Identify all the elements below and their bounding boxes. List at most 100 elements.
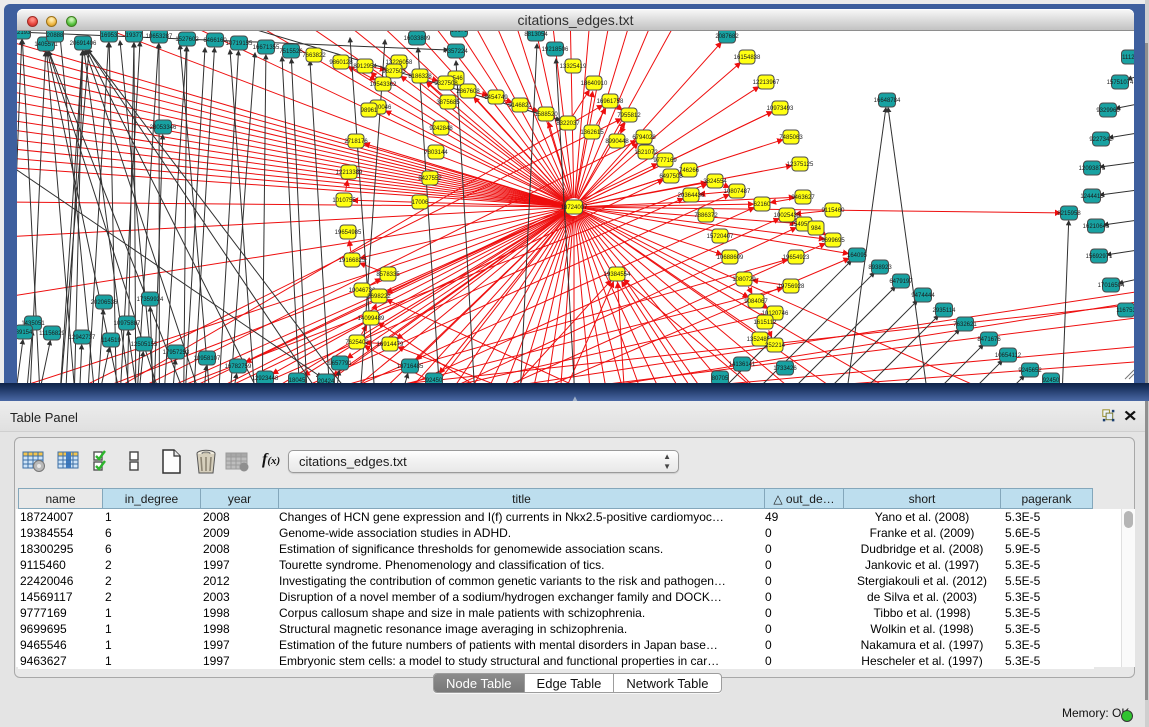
svg-text:16154838: 16154838 xyxy=(734,55,761,61)
svg-text:9242848: 9242848 xyxy=(429,126,453,132)
svg-text:20206536: 20206536 xyxy=(91,300,118,306)
svg-text:13325419: 13325419 xyxy=(560,64,587,70)
svg-text:98961: 98961 xyxy=(361,108,378,114)
svg-text:9084067: 9084067 xyxy=(744,299,768,305)
svg-text:164095: 164095 xyxy=(847,253,868,259)
svg-text:7886372: 7886372 xyxy=(694,213,718,219)
svg-text:20364436: 20364436 xyxy=(678,193,705,199)
svg-text:8938923: 8938923 xyxy=(868,265,892,271)
svg-text:10653287: 10653287 xyxy=(146,34,173,40)
svg-text:8912954: 8912954 xyxy=(353,64,377,70)
svg-text:8813054: 8813054 xyxy=(524,32,548,38)
svg-text:8578335: 8578335 xyxy=(376,272,400,278)
svg-text:18640910: 18640910 xyxy=(581,81,608,87)
svg-text:7625402: 7625402 xyxy=(345,340,369,346)
svg-text:17957253: 17957253 xyxy=(163,350,190,356)
svg-text:114519: 114519 xyxy=(101,338,121,344)
svg-text:6497508: 6497508 xyxy=(659,174,683,180)
svg-text:1244415: 1244415 xyxy=(1080,194,1104,200)
svg-text:19166825: 19166825 xyxy=(339,258,366,264)
svg-text:10719155: 10719155 xyxy=(226,41,253,47)
svg-text:10958107: 10958107 xyxy=(194,356,221,362)
svg-text:16648784: 16648784 xyxy=(874,98,901,104)
svg-text:9827503: 9827503 xyxy=(382,69,406,75)
svg-text:13716485: 13716485 xyxy=(397,364,424,370)
svg-text:8322037: 8322037 xyxy=(556,121,580,127)
svg-text:9227342: 9227342 xyxy=(1089,137,1113,143)
svg-text:12193: 12193 xyxy=(17,31,31,36)
svg-text:8454749: 8454749 xyxy=(484,95,508,101)
svg-text:9474444: 9474444 xyxy=(911,293,935,299)
svg-text:20888: 20888 xyxy=(47,33,64,39)
svg-text:3824554: 3824554 xyxy=(703,179,727,185)
svg-text:28053346: 28053346 xyxy=(150,125,177,131)
svg-text:12942737: 12942737 xyxy=(69,335,96,341)
svg-text:252214: 252214 xyxy=(765,343,786,349)
svg-text:9657791: 9657791 xyxy=(328,361,352,367)
svg-text:15751074: 15751074 xyxy=(1107,80,1134,86)
svg-text:9115460: 9115460 xyxy=(822,208,846,214)
svg-text:12093873: 12093873 xyxy=(1079,166,1106,172)
svg-text:16033809: 16033809 xyxy=(404,36,431,42)
svg-text:16210643: 16210643 xyxy=(1083,224,1110,230)
svg-text:16782759: 16782759 xyxy=(225,364,252,370)
svg-text:1621072: 1621072 xyxy=(634,150,658,156)
svg-text:19756928: 19756928 xyxy=(778,284,805,290)
svg-text:2718176: 2718176 xyxy=(344,139,368,145)
svg-text:12213967: 12213967 xyxy=(753,80,780,86)
svg-text:11156829: 11156829 xyxy=(39,331,65,337)
svg-text:15720407: 15720407 xyxy=(707,234,734,240)
svg-text:14099489: 14099489 xyxy=(358,316,385,322)
svg-text:8215958: 8215958 xyxy=(1057,211,1081,217)
svg-text:8471676: 8471676 xyxy=(977,337,1001,343)
svg-text:20691406: 20691406 xyxy=(70,41,97,47)
svg-text:14136141: 14136141 xyxy=(729,362,756,368)
svg-text:17016504: 17016504 xyxy=(1098,283,1125,289)
svg-text:1010755: 1010755 xyxy=(332,198,356,204)
svg-text:10654112: 10654112 xyxy=(995,353,1022,359)
svg-text:16171: 16171 xyxy=(451,31,468,34)
svg-text:984: 984 xyxy=(811,226,822,232)
svg-text:17359924: 17359924 xyxy=(137,297,164,303)
svg-text:62160: 62160 xyxy=(754,202,771,208)
svg-text:1362615: 1362615 xyxy=(580,130,604,136)
svg-text:2935114: 2935114 xyxy=(933,308,957,314)
svg-text:9777169: 9777169 xyxy=(653,158,677,164)
svg-text:10688609: 10688609 xyxy=(717,255,744,261)
svg-text:19654985: 19654985 xyxy=(335,230,362,236)
svg-text:8990448: 8990448 xyxy=(605,139,629,145)
svg-text:19377: 19377 xyxy=(126,33,143,39)
svg-text:7632621: 7632621 xyxy=(953,322,977,328)
svg-text:2087682: 2087682 xyxy=(715,34,739,40)
svg-text:1405571: 1405571 xyxy=(34,42,58,48)
svg-text:3875685: 3875685 xyxy=(436,100,460,106)
svg-text:6479197: 6479197 xyxy=(889,279,913,285)
svg-text:10807487: 10807487 xyxy=(724,189,751,195)
svg-text:10973493: 10973493 xyxy=(767,106,794,112)
svg-text:7357224: 7357224 xyxy=(444,49,468,55)
svg-text:9245652: 9245652 xyxy=(1018,368,1042,374)
svg-text:16953: 16953 xyxy=(101,33,118,39)
svg-text:1733426: 1733426 xyxy=(773,366,797,372)
svg-text:1080729: 1080729 xyxy=(732,277,756,283)
svg-text:12375125: 12375125 xyxy=(787,162,814,168)
svg-text:6794028: 6794028 xyxy=(632,135,656,141)
svg-text:1588520: 1588520 xyxy=(534,112,558,118)
svg-text:9329966: 9329966 xyxy=(1096,108,1120,114)
svg-text:18724007: 18724007 xyxy=(561,205,588,211)
svg-text:12505155: 12505155 xyxy=(131,342,158,348)
svg-text:16671355: 16671355 xyxy=(253,45,280,51)
svg-text:19218506: 19218506 xyxy=(542,47,569,53)
svg-text:10543362: 10543362 xyxy=(370,82,397,88)
svg-text:7485063: 7485063 xyxy=(779,135,803,141)
svg-text:11122: 11122 xyxy=(1122,55,1134,61)
svg-text:1615112: 1615112 xyxy=(754,320,778,326)
svg-text:6466160: 6466160 xyxy=(203,38,227,44)
svg-text:12213389: 12213389 xyxy=(336,170,363,176)
svg-text:17006: 17006 xyxy=(412,200,429,206)
svg-text:9698222: 9698222 xyxy=(367,294,391,300)
svg-text:9327508: 9327508 xyxy=(434,81,458,87)
svg-text:1527602: 1527602 xyxy=(175,37,199,43)
svg-text:9463627: 9463627 xyxy=(791,195,815,201)
svg-text:80705: 80705 xyxy=(712,376,729,382)
